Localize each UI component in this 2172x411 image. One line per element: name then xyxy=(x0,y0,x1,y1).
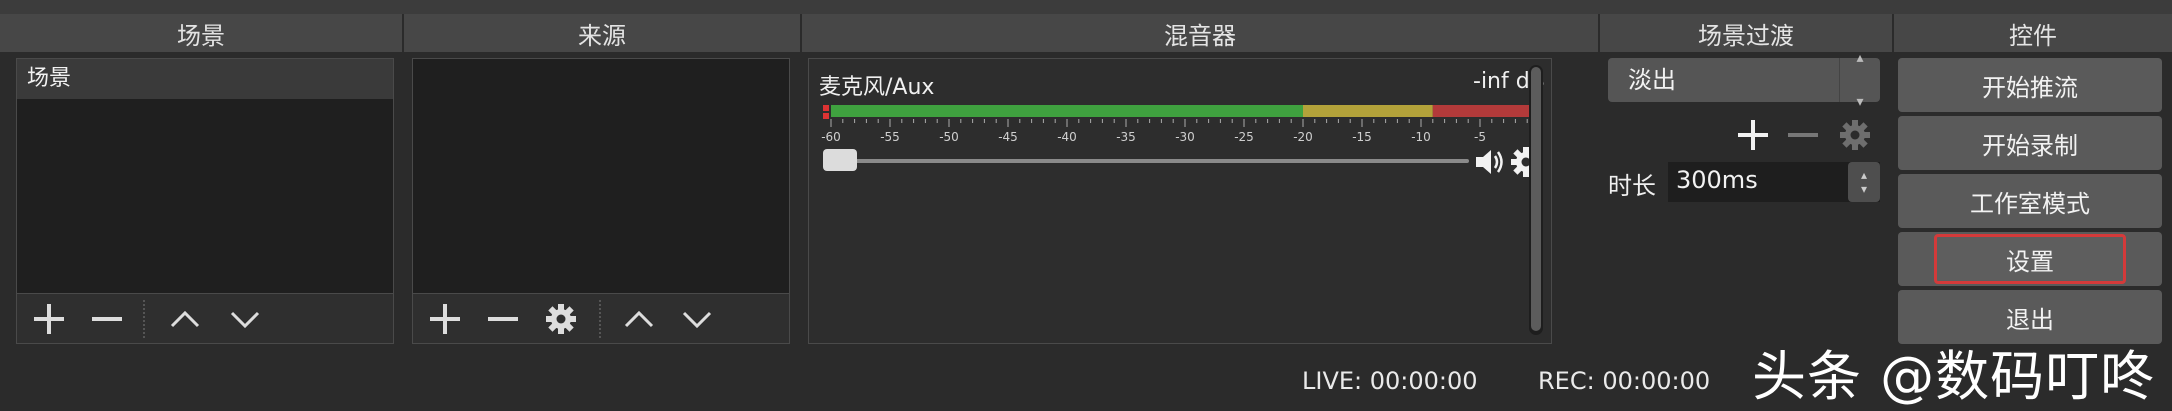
speaker-icon xyxy=(1476,150,1503,174)
meter-scale-label: -15 xyxy=(1352,130,1372,144)
mixer-panel: 麦克风/Aux -inf dB -60 -55 -50 -45 -40 -35 -30 -25… xyxy=(808,58,1552,344)
mixer-scrollbar-thumb[interactable] xyxy=(1531,67,1541,331)
watermark-text: 头条 @数码叮咚 xyxy=(1752,345,2156,408)
minus-icon xyxy=(488,317,518,321)
scenes-toolbar xyxy=(16,294,394,344)
volume-slider-track[interactable] xyxy=(823,159,1469,163)
scene-item[interactable]: 场景 xyxy=(17,59,393,99)
move-source-down-button[interactable] xyxy=(669,294,725,344)
chevron-down-icon xyxy=(682,311,712,329)
move-source-up-button[interactable] xyxy=(611,294,667,344)
rec-status: REC: 00:00:00 xyxy=(1538,367,1711,395)
move-scene-down-button[interactable] xyxy=(217,294,273,344)
source-properties-button[interactable] xyxy=(533,294,589,344)
remove-scene-button[interactable] xyxy=(79,294,135,344)
header-scenes: 场景 xyxy=(0,14,404,52)
meter-scale-label: -50 xyxy=(939,130,959,144)
mute-button[interactable] xyxy=(1473,145,1507,183)
transition-select[interactable]: 淡出 ▴ ▾ xyxy=(1608,50,1880,110)
toolbar-separator xyxy=(599,300,601,338)
header-mixer: 混音器 xyxy=(802,14,1600,52)
meter-scale-label: -40 xyxy=(1057,130,1077,144)
chevron-up-icon xyxy=(624,310,654,328)
meter-scale-label: -20 xyxy=(1293,130,1313,144)
dropdown-arrows-icon: ▴ ▾ xyxy=(1839,50,1880,110)
toolbar-separator xyxy=(143,300,145,338)
sources-toolbar xyxy=(412,294,790,344)
meter-red-zone xyxy=(1432,105,1539,117)
duration-value: 300ms xyxy=(1676,166,1758,194)
duration-spinbox[interactable]: 300ms ▴ ▾ xyxy=(1668,162,1880,202)
duration-label: 时长 xyxy=(1608,172,1656,200)
sources-list[interactable] xyxy=(412,58,790,294)
clip-indicator xyxy=(823,113,829,119)
header-transitions: 场景过渡 xyxy=(1600,14,1894,52)
meter-green-zone xyxy=(831,105,1303,117)
minus-icon xyxy=(1788,133,1818,137)
remove-transition-button[interactable] xyxy=(1786,118,1820,156)
meter-scale-label: -55 xyxy=(880,130,900,144)
meter-scale-label: -35 xyxy=(1116,130,1136,144)
start-recording-button[interactable]: 开始录制 xyxy=(1898,116,2162,170)
meter-scale-label: -10 xyxy=(1411,130,1431,144)
meter-scale-label: -45 xyxy=(998,130,1018,144)
meter-scale-label: -30 xyxy=(1175,130,1195,144)
meter-scale-label: -25 xyxy=(1234,130,1254,144)
chevron-up-icon xyxy=(170,310,200,328)
chevron-down-icon xyxy=(230,311,260,329)
gear-icon xyxy=(546,304,576,334)
mixer-channel-name: 麦克风/Aux xyxy=(819,75,935,100)
clip-indicator xyxy=(823,105,829,111)
meter-scale-label: -5 xyxy=(1474,130,1486,144)
top-strip xyxy=(0,0,2172,14)
settings-button[interactable]: 设置 xyxy=(1934,234,2126,284)
minus-icon xyxy=(92,317,122,321)
move-scene-up-button[interactable] xyxy=(157,294,213,344)
add-source-button[interactable] xyxy=(417,294,473,344)
add-transition-button[interactable] xyxy=(1736,118,1770,156)
volume-slider-handle[interactable] xyxy=(823,149,857,171)
add-scene-button[interactable] xyxy=(21,294,77,344)
meter-yellow-zone xyxy=(1303,105,1433,117)
plus-icon xyxy=(1738,120,1768,150)
remove-source-button[interactable] xyxy=(475,294,531,344)
header-sources: 来源 xyxy=(404,14,802,52)
meter-scale-label: -60 xyxy=(821,130,841,144)
volume-meter: -60-55-50-45-40-35-30-25-20-15-10-50 xyxy=(821,105,1543,144)
header-controls: 控件 xyxy=(1894,14,2172,52)
plus-icon xyxy=(34,304,64,334)
start-streaming-button[interactable]: 开始推流 xyxy=(1898,58,2162,112)
plus-icon xyxy=(430,304,460,334)
transition-properties-button[interactable] xyxy=(1838,118,1872,156)
spin-arrows-icon[interactable]: ▴ ▾ xyxy=(1848,162,1880,202)
studio-mode-button[interactable]: 工作室模式 xyxy=(1898,174,2162,228)
gear-icon xyxy=(1840,120,1870,150)
mixer-scrollbar-track[interactable] xyxy=(1529,65,1543,335)
live-status: LIVE: 00:00:00 xyxy=(1302,367,1478,395)
scenes-list[interactable]: 场景 xyxy=(16,58,394,294)
